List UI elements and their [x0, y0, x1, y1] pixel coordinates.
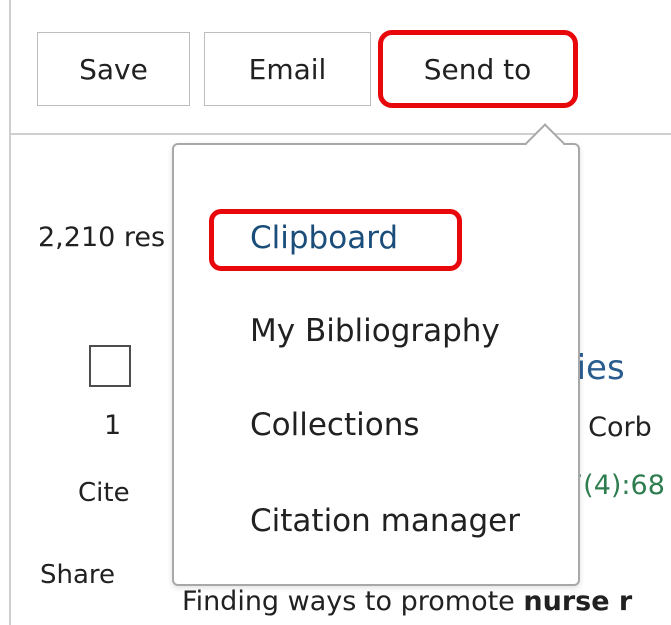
snippet-text: Finding ways to promote [182, 586, 524, 617]
page-left-border [9, 0, 11, 625]
results-count: 2,210 res [38, 222, 166, 253]
result-citation: 7(4):68 [566, 470, 665, 501]
share-button[interactable]: Share [40, 560, 115, 590]
toolbar-divider [9, 133, 671, 135]
snippet-bold: nurse r [523, 586, 633, 617]
email-button[interactable]: Email [204, 32, 371, 106]
menu-item-my-bibliography[interactable]: My Bibliography [250, 313, 500, 349]
result-authors: , Corb [571, 412, 652, 443]
save-button[interactable]: Save [37, 32, 190, 106]
result-number: 1 [104, 410, 122, 441]
result-snippet: Finding ways to promote nurse r [182, 586, 632, 617]
menu-item-collections[interactable]: Collections [250, 407, 420, 443]
menu-item-citation-manager[interactable]: Citation manager [250, 503, 520, 539]
result-checkbox[interactable] [89, 345, 131, 387]
clipboard-highlight [209, 209, 462, 271]
cite-button[interactable]: Cite [78, 478, 130, 508]
send-to-highlight [378, 30, 578, 108]
